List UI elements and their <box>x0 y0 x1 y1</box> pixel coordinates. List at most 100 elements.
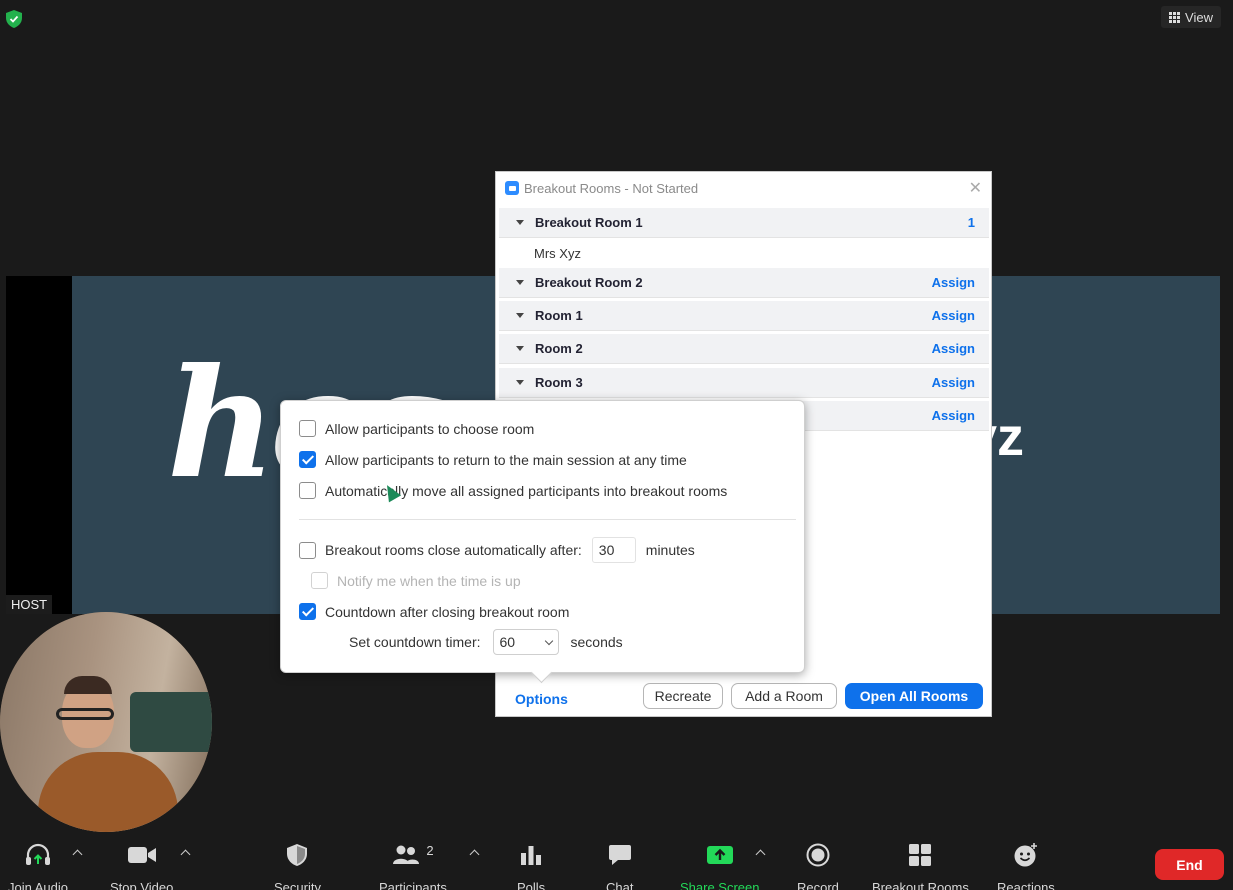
grid-icon <box>1169 11 1181 23</box>
option-countdown-timer: Set countdown timer: 60 seconds <box>349 629 623 655</box>
chat-label: Chat <box>606 880 634 890</box>
caret-down-icon[interactable] <box>516 280 524 285</box>
option-notify: Notify me when the time is up <box>311 572 521 589</box>
member-row[interactable]: Mrs Xyz <box>499 239 989 267</box>
option-countdown[interactable]: Countdown after closing breakout room <box>299 603 569 620</box>
chat-button[interactable]: Chat <box>606 840 633 890</box>
window-titlebar: Breakout Rooms - Not Started ✕ <box>496 172 991 204</box>
join-audio-label: Join Audio <box>8 880 68 890</box>
option-label: Countdown after closing breakout room <box>325 603 570 620</box>
record-label: Record <box>797 880 839 890</box>
shield-icon <box>287 844 308 866</box>
assign-button[interactable]: Assign <box>932 275 975 290</box>
checkbox[interactable] <box>299 420 316 437</box>
close-icon[interactable]: ✕ <box>969 178 982 198</box>
assign-button[interactable]: Assign <box>932 375 975 390</box>
timer-unit: seconds <box>570 634 623 650</box>
add-room-button[interactable]: Add a Room <box>731 683 837 709</box>
room-count: 1 <box>967 215 975 230</box>
window-footer: Options Recreate Add a Room Open All Roo… <box>496 680 991 718</box>
record-icon <box>806 843 830 867</box>
room-name: Room 3 <box>535 375 583 390</box>
polls-button[interactable]: Polls <box>517 840 545 890</box>
minutes-unit: minutes <box>645 542 695 558</box>
stop-video-label: Stop Video <box>110 880 174 890</box>
polls-label: Polls <box>517 880 546 890</box>
view-label: View <box>1185 9 1213 25</box>
view-button[interactable]: View <box>1161 6 1221 28</box>
recreate-button[interactable]: Recreate <box>643 683 723 709</box>
share-screen-icon <box>706 846 733 864</box>
zoom-logo-icon <box>505 181 519 195</box>
smiley-icon <box>1014 843 1037 867</box>
breakout-rooms-icon <box>909 844 932 866</box>
join-audio-button[interactable]: Join Audio <box>8 840 68 890</box>
poll-chart-icon <box>521 846 542 865</box>
checkbox[interactable] <box>299 541 316 559</box>
share-screen-label: Share Screen <box>680 880 760 890</box>
room-row-room-1[interactable]: Room 1 Assign <box>499 301 989 331</box>
room-name: Breakout Room 1 <box>535 215 643 230</box>
open-all-rooms-button[interactable]: Open All Rooms <box>845 683 983 709</box>
checkbox-checked[interactable] <box>299 451 316 468</box>
room-name: Room 1 <box>535 308 583 323</box>
meeting-toolbar: Join Audio Stop Video Security 2 Partici… <box>0 836 1233 890</box>
participants-options-caret-icon[interactable] <box>469 849 480 860</box>
divider <box>299 519 796 520</box>
checkbox[interactable] <box>299 482 316 499</box>
assign-button[interactable]: Assign <box>932 408 975 423</box>
caret-down-icon[interactable] <box>516 346 524 351</box>
minutes-input[interactable]: 30 <box>591 537 636 563</box>
timer-value: 60 <box>499 634 516 650</box>
record-button[interactable]: Record <box>797 840 839 890</box>
video-camera-icon <box>127 847 156 863</box>
option-label: Allow participants to return to the main… <box>325 451 687 468</box>
participants-button[interactable]: 2 Participants <box>379 840 447 890</box>
caret-down-icon[interactable] <box>516 220 524 225</box>
room-name: Room 2 <box>535 341 583 356</box>
participants-icon <box>393 845 420 864</box>
end-meeting-button[interactable]: End <box>1155 849 1224 880</box>
share-black-bar <box>6 276 72 614</box>
option-label: Breakout rooms close automatically after… <box>325 542 582 558</box>
option-allow-return[interactable]: Allow participants to return to the main… <box>299 451 687 468</box>
encryption-shield-icon[interactable] <box>6 10 22 28</box>
options-button[interactable]: Options <box>515 691 568 707</box>
reactions-button[interactable]: Reactions <box>997 840 1055 890</box>
audio-options-caret-icon[interactable] <box>72 849 83 860</box>
option-label: Allow participants to choose room <box>325 420 535 437</box>
room-name: Breakout Room 2 <box>535 275 643 290</box>
member-name: Mrs Xyz <box>534 245 581 261</box>
assign-button[interactable]: Assign <box>932 341 975 356</box>
chat-bubble-icon <box>608 845 631 865</box>
option-allow-choose-room[interactable]: Allow participants to choose room <box>299 420 534 437</box>
self-video-bubble[interactable] <box>0 612 212 832</box>
breakout-rooms-label: Breakout Rooms <box>872 880 969 890</box>
reactions-label: Reactions <box>997 880 1055 890</box>
room-row-breakout-room-1[interactable]: Breakout Room 1 1 <box>499 208 989 238</box>
caret-down-icon[interactable] <box>516 380 524 385</box>
countdown-timer-select[interactable]: 60 <box>492 629 559 655</box>
chevron-down-icon <box>544 636 553 645</box>
room-row-breakout-room-2[interactable]: Breakout Room 2 Assign <box>499 268 989 298</box>
security-button[interactable]: Security <box>274 840 321 890</box>
headphones-icon <box>26 843 50 865</box>
caret-down-icon[interactable] <box>516 313 524 318</box>
breakout-rooms-button[interactable]: Breakout Rooms <box>872 840 969 890</box>
options-popover: Allow participants to choose room Allow … <box>280 400 805 673</box>
share-screen-button[interactable]: Share Screen <box>680 840 760 890</box>
room-row-room-2[interactable]: Room 2 Assign <box>499 334 989 364</box>
room-row-room-3[interactable]: Room 3 Assign <box>499 368 989 398</box>
option-label: Notify me when the time is up <box>337 572 521 589</box>
stop-video-button[interactable]: Stop Video <box>110 840 173 890</box>
window-title: Breakout Rooms - Not Started <box>524 180 699 196</box>
participants-label: Participants <box>379 880 447 890</box>
option-auto-close[interactable]: Breakout rooms close automatically after… <box>299 537 695 563</box>
checkbox-checked[interactable] <box>299 603 316 620</box>
assign-button[interactable]: Assign <box>932 308 975 323</box>
checkbox-disabled <box>311 572 328 589</box>
video-options-caret-icon[interactable] <box>180 849 191 860</box>
timer-label: Set countdown timer: <box>349 634 481 650</box>
option-auto-move[interactable]: Automatically move all assigned particip… <box>299 482 727 499</box>
security-label: Security <box>274 880 321 890</box>
